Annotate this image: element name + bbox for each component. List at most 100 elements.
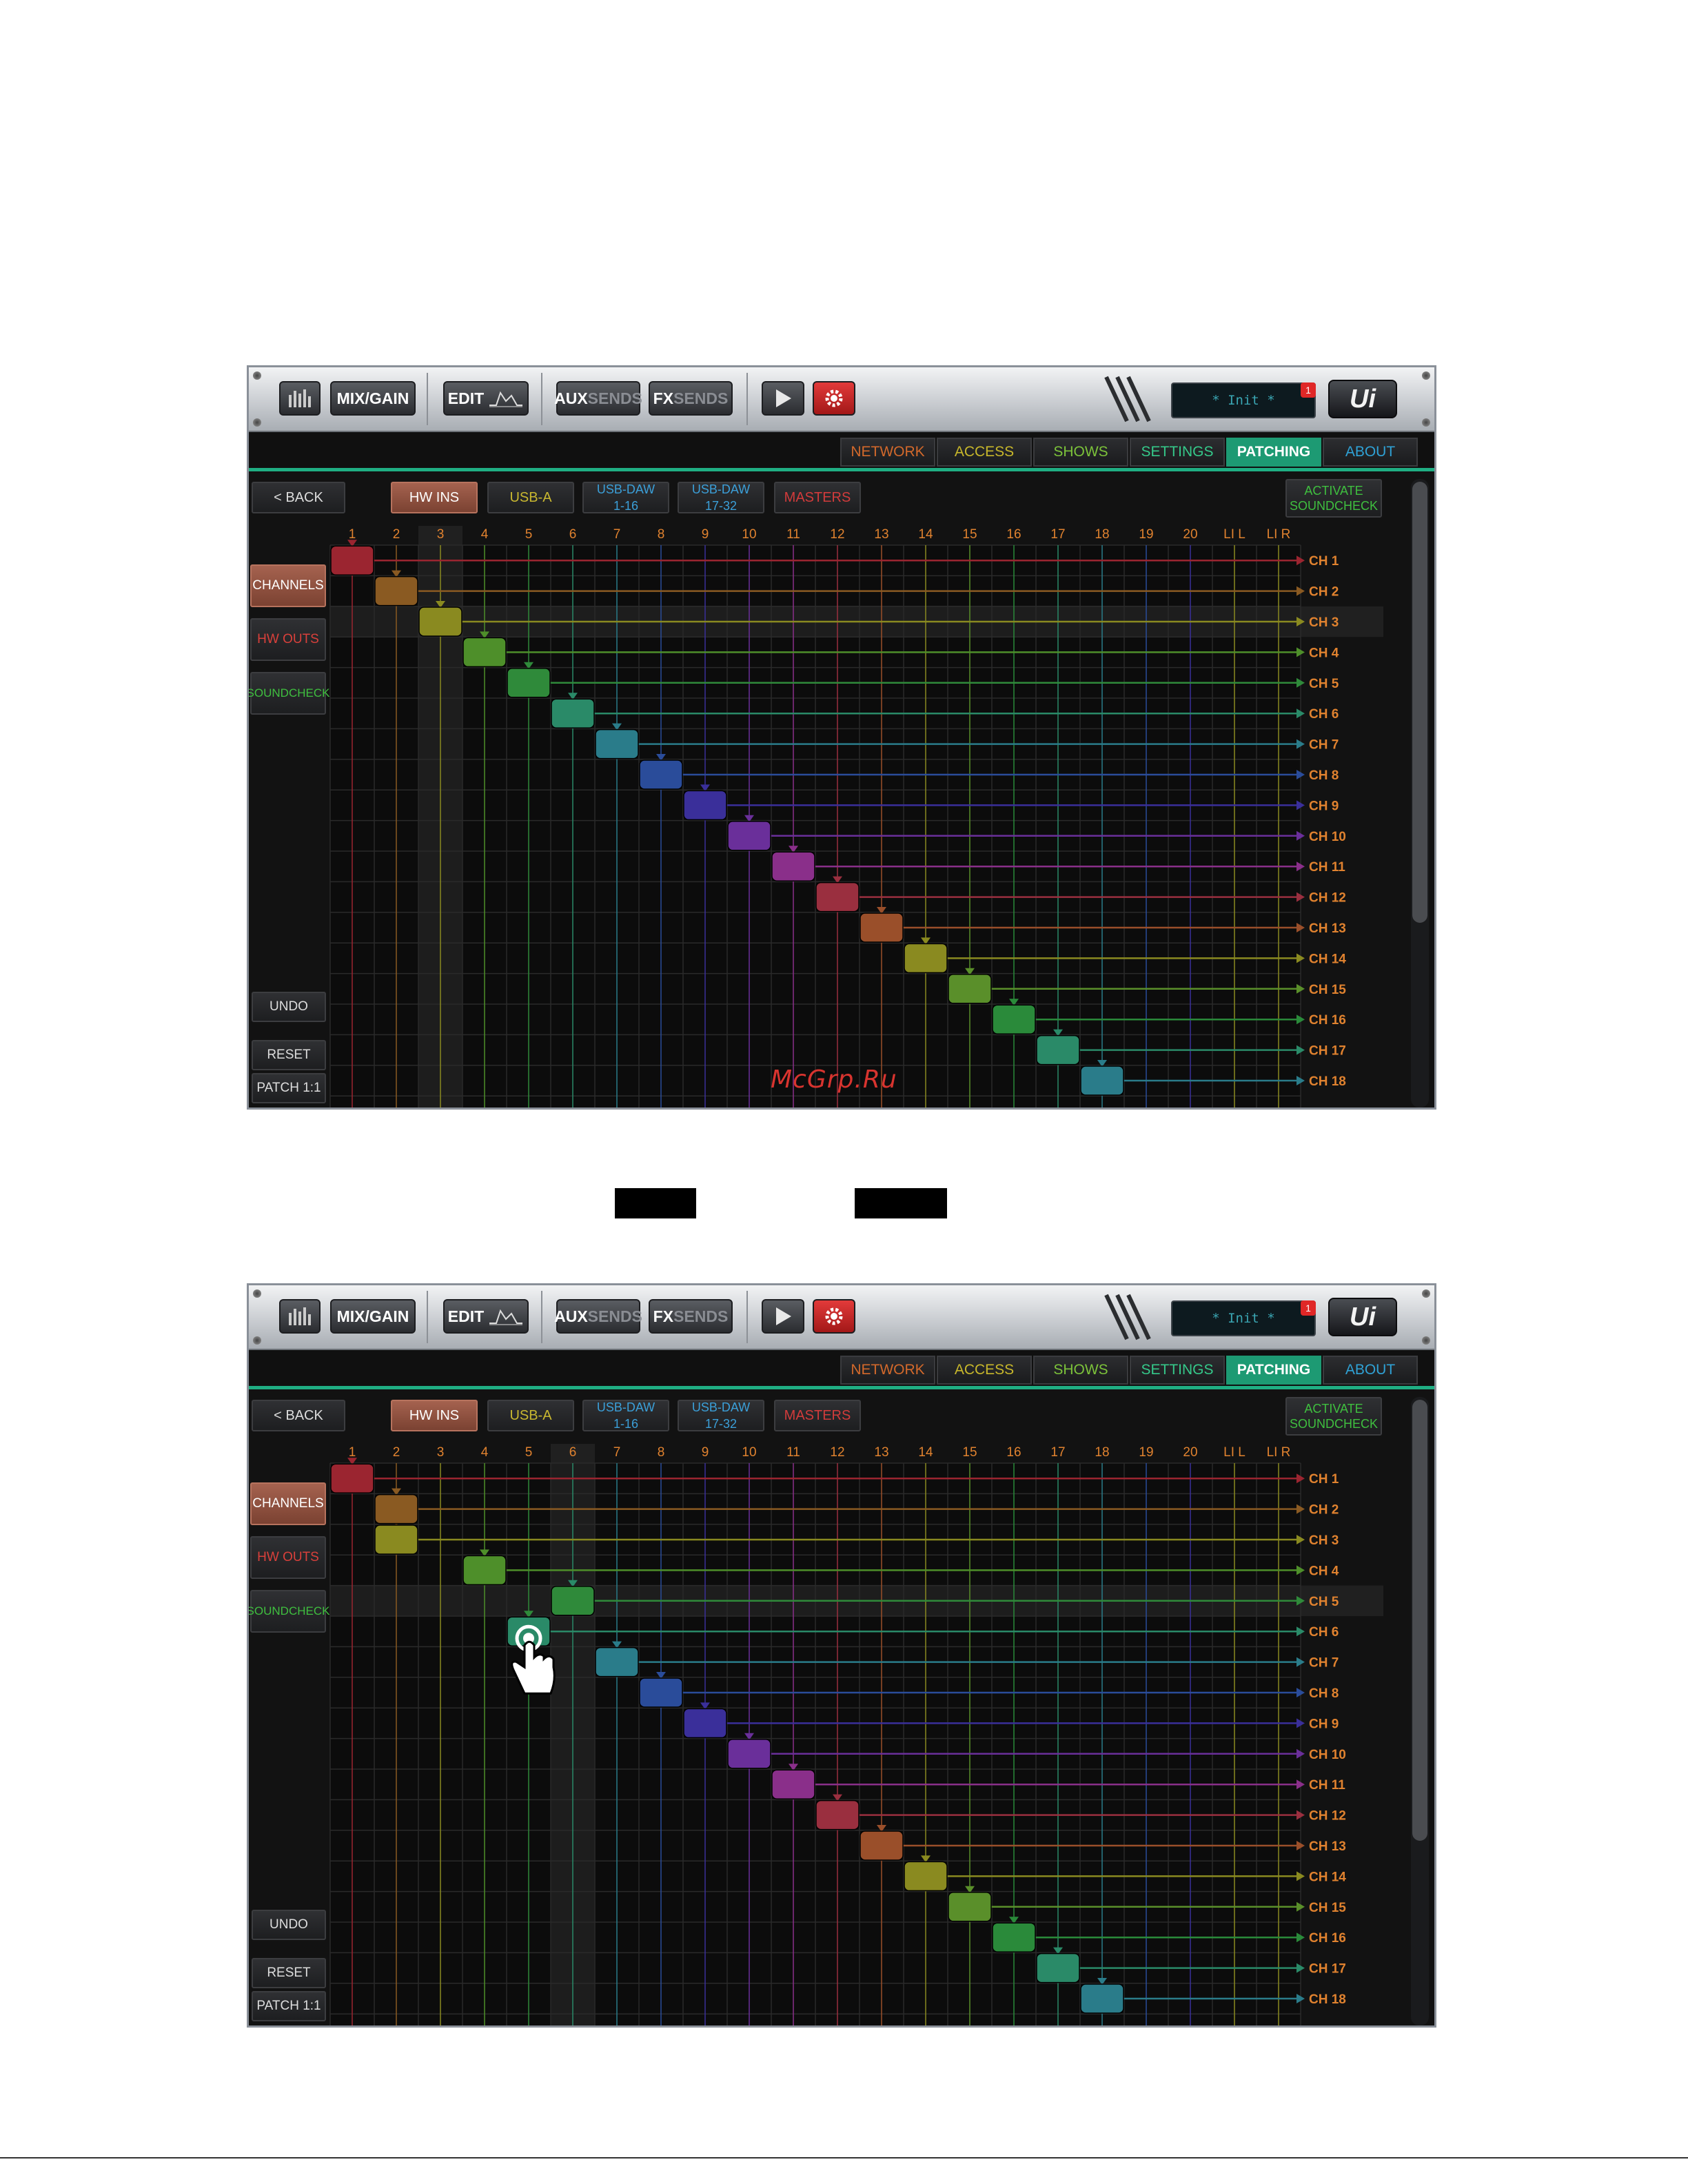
row-label-ch-18[interactable]: CH 18 (1309, 1992, 1346, 2007)
row-label-ch-2[interactable]: CH 2 (1309, 1503, 1339, 1518)
row-label-ch-17[interactable]: CH 17 (1309, 1044, 1346, 1059)
row-label-ch-5[interactable]: CH 5 (1309, 1595, 1339, 1609)
column-header-19[interactable]: 19 (1139, 1445, 1153, 1460)
column-header-li-l[interactable]: LI L (1223, 527, 1245, 542)
row-label-ch-15[interactable]: CH 15 (1309, 1901, 1346, 1915)
column-header-9[interactable]: 9 (702, 1445, 709, 1460)
patch-node[interactable] (904, 943, 948, 974)
column-header-6[interactable]: 6 (569, 527, 577, 542)
patch-node[interactable] (992, 1004, 1036, 1034)
row-label-ch-11[interactable]: CH 11 (1309, 860, 1345, 875)
column-header-7[interactable]: 7 (613, 527, 621, 542)
column-header-15[interactable]: 15 (962, 1445, 977, 1460)
column-header-18[interactable]: 18 (1095, 1445, 1109, 1460)
patch-node[interactable] (330, 1463, 374, 1493)
patch-node[interactable] (418, 606, 462, 637)
patch-node[interactable] (374, 575, 418, 606)
column-header-1[interactable]: 1 (349, 1445, 356, 1460)
column-header-5[interactable]: 5 (525, 527, 533, 542)
patch-node[interactable] (683, 1708, 727, 1739)
patch-node[interactable] (771, 851, 815, 881)
column-header-14[interactable]: 14 (918, 1445, 933, 1460)
row-label-ch-6[interactable]: CH 6 (1309, 707, 1339, 722)
patch-node[interactable] (727, 1739, 771, 1769)
column-header-17[interactable]: 17 (1050, 1445, 1065, 1460)
row-label-ch-7[interactable]: CH 7 (1309, 1656, 1339, 1671)
column-header-16[interactable]: 16 (1006, 1445, 1021, 1460)
column-header-16[interactable]: 16 (1006, 527, 1021, 542)
row-label-ch-18[interactable]: CH 18 (1309, 1074, 1346, 1089)
patch-node[interactable] (507, 668, 551, 698)
patch-node[interactable] (860, 912, 904, 943)
row-label-ch-4[interactable]: CH 4 (1309, 646, 1339, 660)
row-label-ch-13[interactable]: CH 13 (1309, 921, 1346, 936)
patch-node[interactable] (374, 1524, 418, 1555)
patch-node[interactable] (639, 759, 683, 790)
row-label-ch-10[interactable]: CH 10 (1309, 1748, 1346, 1762)
column-header-15[interactable]: 15 (962, 527, 977, 542)
scrollbar-thumb[interactable] (1412, 482, 1427, 923)
patch-matrix[interactable]: 1 2 3 4 5 6 7 8 9 10 11 12 13 14 15 16 17 18 19 20 LI L LI RC… (249, 1285, 1434, 2027)
column-header-17[interactable]: 17 (1050, 527, 1065, 542)
row-label-ch-8[interactable]: CH 8 (1309, 1686, 1339, 1701)
column-header-7[interactable]: 7 (613, 1445, 621, 1460)
row-label-ch-16[interactable]: CH 16 (1309, 1931, 1346, 1946)
column-header-19[interactable]: 19 (1139, 527, 1153, 542)
column-header-13[interactable]: 13 (874, 1445, 888, 1460)
patch-node[interactable] (330, 545, 374, 575)
patch-node[interactable] (595, 728, 639, 759)
patch-node[interactable] (992, 1922, 1036, 1952)
patch-node[interactable] (551, 1586, 595, 1616)
column-header-10[interactable]: 10 (742, 527, 756, 542)
patch-node[interactable] (1080, 1065, 1124, 1096)
row-label-ch-7[interactable]: CH 7 (1309, 738, 1339, 753)
patch-node[interactable] (815, 1799, 860, 1830)
column-header-3[interactable]: 3 (437, 1445, 445, 1460)
patch-node[interactable] (771, 1769, 815, 1799)
patch-node[interactable] (374, 1493, 418, 1524)
scrollbar-thumb[interactable] (1412, 1400, 1427, 1841)
patch-node[interactable] (462, 637, 507, 668)
patch-node[interactable] (551, 698, 595, 728)
column-header-li-l[interactable]: LI L (1223, 1445, 1245, 1460)
row-label-ch-3[interactable]: CH 3 (1309, 1533, 1339, 1548)
column-header-12[interactable]: 12 (830, 527, 844, 542)
row-label-ch-14[interactable]: CH 14 (1309, 952, 1346, 966)
column-header-4[interactable]: 4 (481, 527, 489, 542)
row-label-ch-1[interactable]: CH 1 (1309, 554, 1339, 569)
patch-matrix[interactable]: 1 2 3 4 5 6 7 8 9 10 11 12 13 14 15 16 17 18 19 20 LI L LI RC… (249, 367, 1434, 1109)
matrix-scrollbar[interactable] (1411, 479, 1429, 1108)
patch-node[interactable] (639, 1677, 683, 1708)
row-label-ch-8[interactable]: CH 8 (1309, 768, 1339, 783)
row-label-ch-4[interactable]: CH 4 (1309, 1564, 1339, 1578)
patch-node[interactable] (462, 1555, 507, 1586)
column-header-12[interactable]: 12 (830, 1445, 844, 1460)
column-header-3[interactable]: 3 (437, 527, 445, 542)
row-label-ch-17[interactable]: CH 17 (1309, 1962, 1346, 1977)
patch-node[interactable] (1036, 1034, 1080, 1065)
row-label-ch-2[interactable]: CH 2 (1309, 585, 1339, 600)
column-header-8[interactable]: 8 (658, 1445, 665, 1460)
row-label-ch-15[interactable]: CH 15 (1309, 983, 1346, 997)
column-header-9[interactable]: 9 (702, 527, 709, 542)
patch-node[interactable] (595, 1646, 639, 1677)
patch-node[interactable] (1080, 1983, 1124, 2014)
column-header-13[interactable]: 13 (874, 527, 888, 542)
column-header-11[interactable]: 11 (786, 1445, 800, 1460)
column-header-20[interactable]: 20 (1183, 1445, 1197, 1460)
matrix-scrollbar[interactable] (1411, 1397, 1429, 2025)
column-header-20[interactable]: 20 (1183, 527, 1197, 542)
column-header-5[interactable]: 5 (525, 1445, 533, 1460)
patch-node[interactable] (1036, 1952, 1080, 1983)
row-label-ch-6[interactable]: CH 6 (1309, 1625, 1339, 1640)
row-label-ch-5[interactable]: CH 5 (1309, 677, 1339, 691)
column-header-li-r[interactable]: LI R (1267, 527, 1291, 542)
row-label-ch-14[interactable]: CH 14 (1309, 1870, 1346, 1884)
column-header-11[interactable]: 11 (786, 527, 800, 542)
column-header-1[interactable]: 1 (349, 527, 356, 542)
row-label-ch-13[interactable]: CH 13 (1309, 1839, 1346, 1854)
row-label-ch-1[interactable]: CH 1 (1309, 1472, 1339, 1487)
row-label-ch-9[interactable]: CH 9 (1309, 1717, 1339, 1731)
column-header-18[interactable]: 18 (1095, 527, 1109, 542)
row-label-ch-9[interactable]: CH 9 (1309, 799, 1339, 813)
